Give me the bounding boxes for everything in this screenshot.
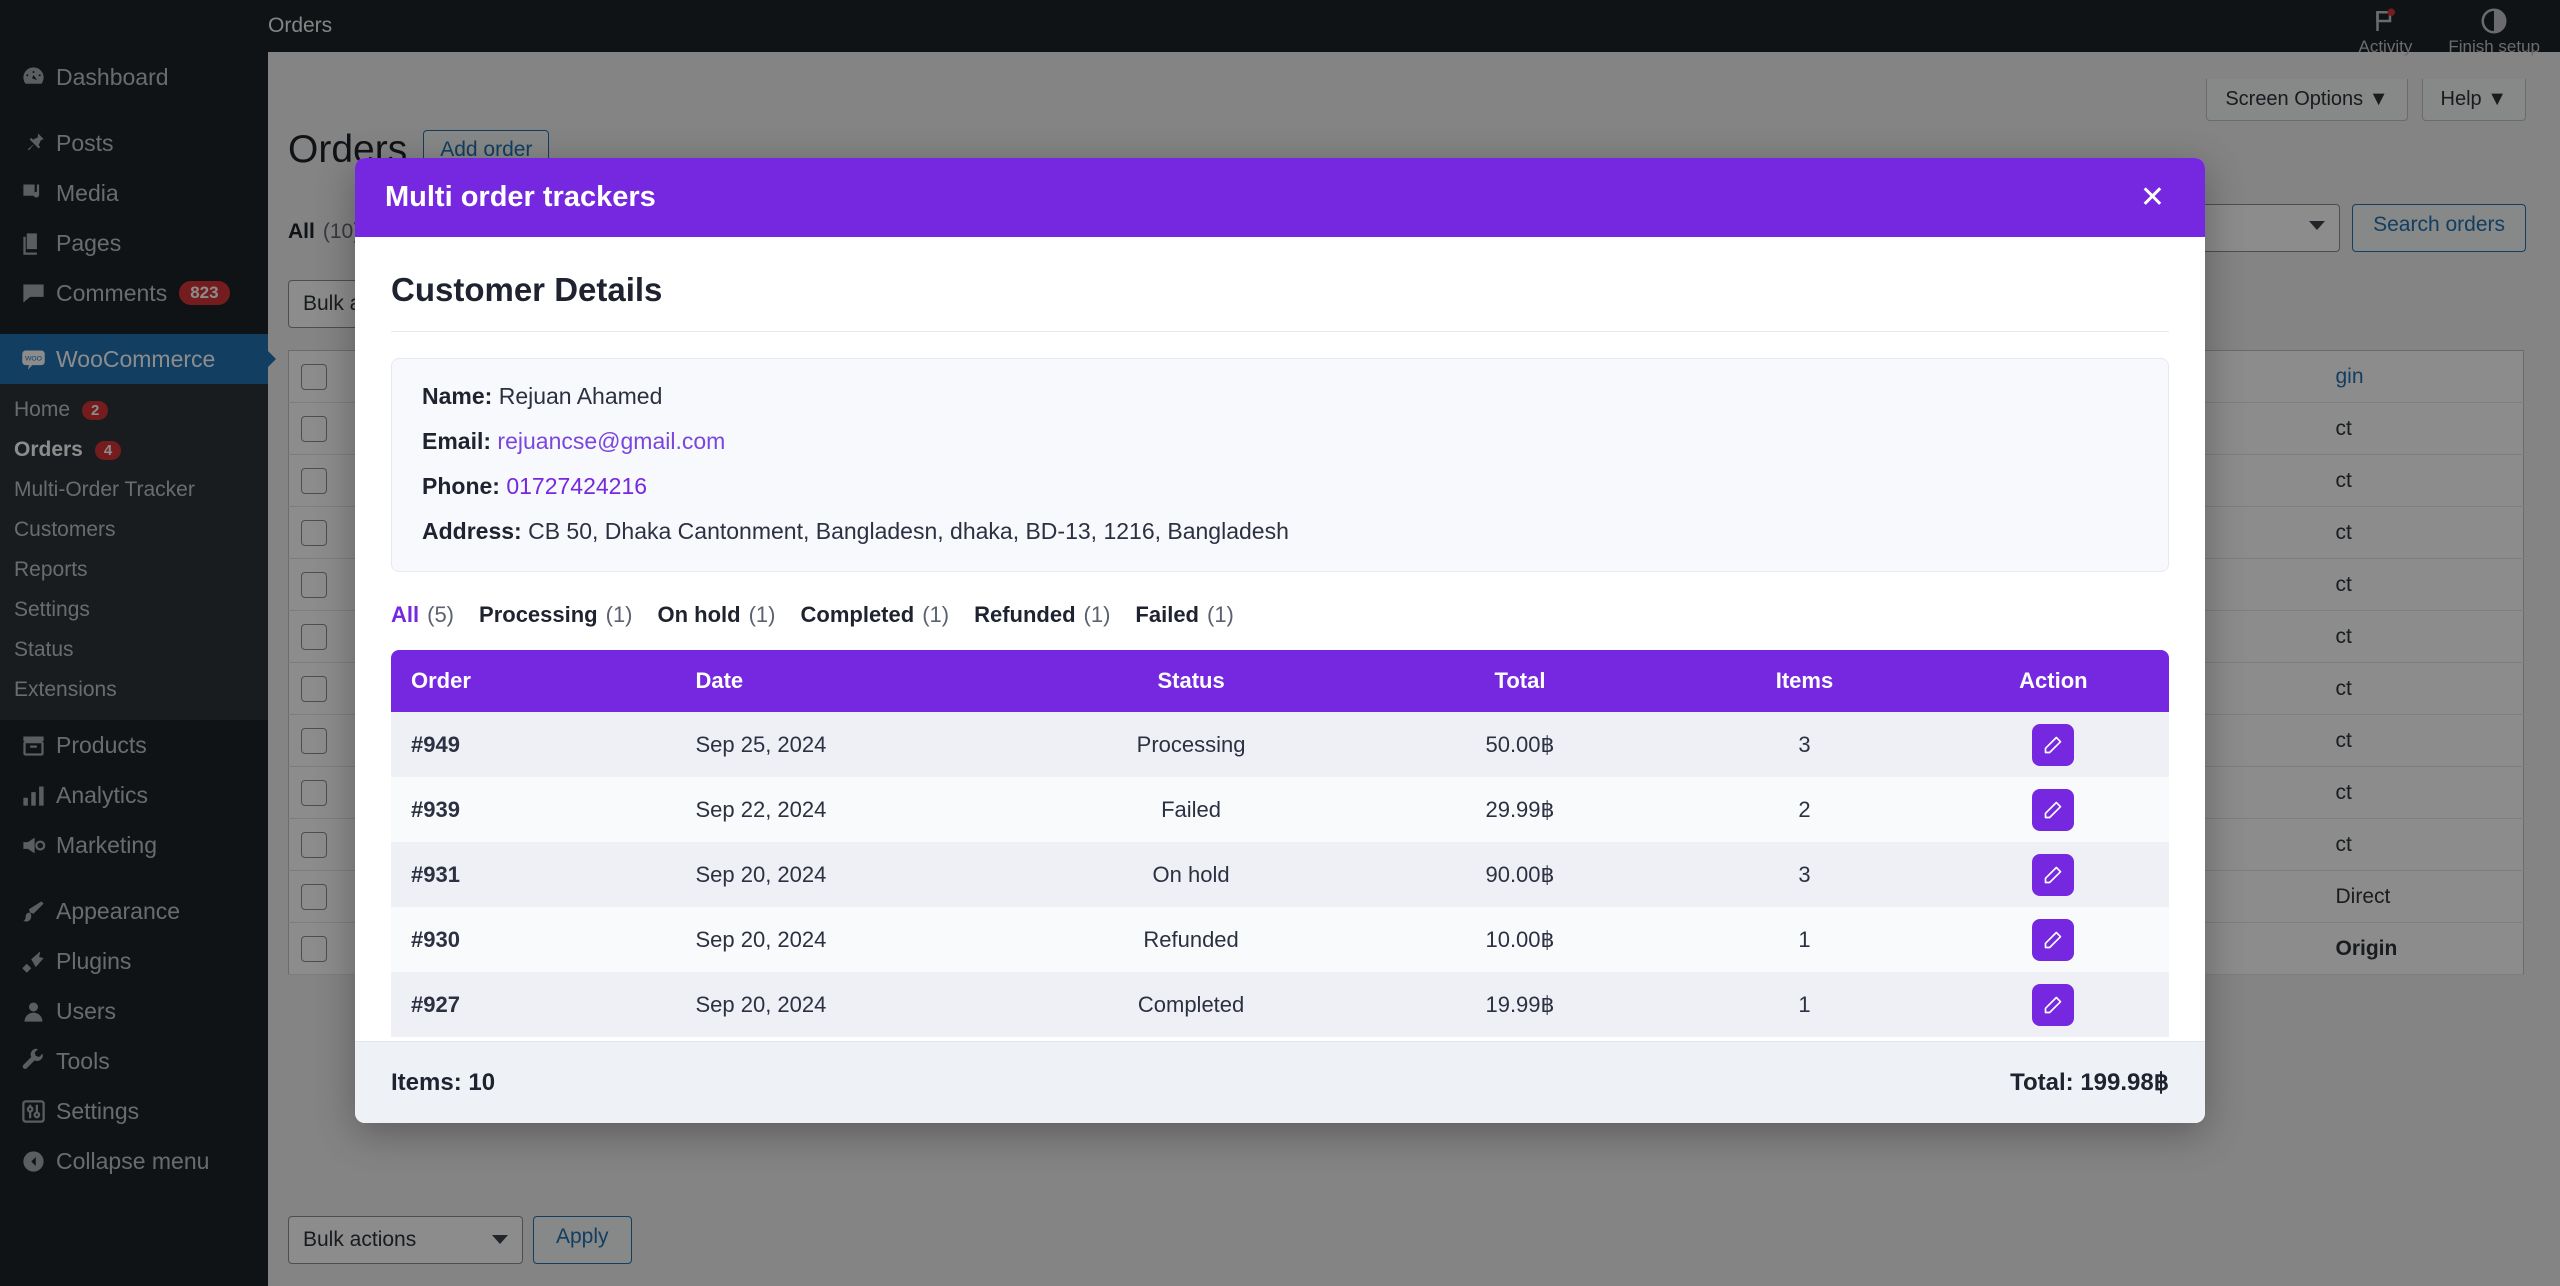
modal-table-header-row: Order Date Status Total Items Action [391, 650, 2169, 712]
table-row: #927 Sep 20, 2024 Completed 19.99฿ 1 [391, 972, 2169, 1037]
modal-order-id: #949 [391, 712, 675, 777]
modal-order-id: #930 [391, 907, 675, 972]
modal-order-date: Sep 22, 2024 [675, 777, 1013, 842]
customer-address-label: Address: [422, 518, 522, 544]
modal-column-total: Total [1369, 650, 1671, 712]
modal-order-status: Completed [1013, 972, 1369, 1037]
modal-filter-label: All [391, 602, 419, 628]
modal-filter-count: (1) [749, 602, 776, 628]
modal-header: Multi order trackers ✕ [355, 158, 2205, 237]
footer-items-total: Items: 10 [391, 1069, 495, 1097]
modal-order-date: Sep 20, 2024 [675, 972, 1013, 1037]
table-row: #931 Sep 20, 2024 On hold 90.00฿ 3 [391, 842, 2169, 907]
modal-order-date: Sep 20, 2024 [675, 842, 1013, 907]
modal-order-total: 29.99฿ [1369, 777, 1671, 842]
modal-filter-count: (1) [1084, 602, 1111, 628]
modal-table-body: #949 Sep 25, 2024 Processing 50.00฿ 3 #9… [391, 712, 2169, 1037]
modal-order-items: 3 [1671, 712, 1938, 777]
modal-filter-label: On hold [658, 602, 741, 628]
modal-order-items: 1 [1671, 972, 1938, 1037]
modal-order-date: Sep 20, 2024 [675, 907, 1013, 972]
modal-order-status: On hold [1013, 842, 1369, 907]
modal-order-status: Refunded [1013, 907, 1369, 972]
modal-order-total: 90.00฿ [1369, 842, 1671, 907]
modal-order-items: 3 [1671, 842, 1938, 907]
modal-filter-label: Refunded [974, 602, 1075, 628]
modal-filter-failed[interactable]: Failed (1) [1135, 602, 1233, 628]
modal-order-status: Processing [1013, 712, 1369, 777]
modal-column-order: Order [391, 650, 675, 712]
table-row: #930 Sep 20, 2024 Refunded 10.00฿ 1 [391, 907, 2169, 972]
modal-order-status: Failed [1013, 777, 1369, 842]
modal-table-head: Order Date Status Total Items Action [391, 650, 2169, 712]
modal-order-id: #939 [391, 777, 675, 842]
modal-filter-processing[interactable]: Processing (1) [479, 602, 633, 628]
modal-filter-on-hold[interactable]: On hold (1) [658, 602, 776, 628]
modal-order-total: 10.00฿ [1369, 907, 1671, 972]
modal-order-id: #927 [391, 972, 675, 1037]
modal-filter-count: (1) [606, 602, 633, 628]
table-row: #949 Sep 25, 2024 Processing 50.00฿ 3 [391, 712, 2169, 777]
pencil-icon[interactable] [2032, 789, 2074, 831]
customer-phone-line: Phone: 01727424216 [422, 473, 2138, 500]
pencil-icon[interactable] [2032, 854, 2074, 896]
modal-orders-table: Order Date Status Total Items Action #94… [391, 650, 2169, 1037]
customer-email-label: Email: [422, 428, 491, 454]
modal-footer: Items: 10 Total: 199.98฿ [355, 1041, 2205, 1123]
modal-order-items: 2 [1671, 777, 1938, 842]
customer-email-line: Email: rejuancse@gmail.com [422, 428, 2138, 455]
modal-column-status: Status [1013, 650, 1369, 712]
modal-filter-completed[interactable]: Completed (1) [801, 602, 950, 628]
modal-column-items: Items [1671, 650, 1938, 712]
modal-filter-count: (1) [922, 602, 949, 628]
modal-title: Multi order trackers [385, 181, 656, 214]
customer-address-value: CB 50, Dhaka Cantonment, Bangladesn, dha… [528, 518, 1289, 544]
modal-column-date: Date [675, 650, 1013, 712]
modal-filter-label: Completed [801, 602, 915, 628]
multi-order-tracker-modal: Multi order trackers ✕ Customer Details … [355, 158, 2205, 1123]
modal-order-date: Sep 25, 2024 [675, 712, 1013, 777]
modal-filter-count: (5) [427, 602, 454, 628]
modal-order-items: 1 [1671, 907, 1938, 972]
modal-order-total: 19.99฿ [1369, 972, 1671, 1037]
modal-order-id: #931 [391, 842, 675, 907]
customer-name-label: Name: [422, 383, 492, 409]
modal-body: Customer Details Name: Rejuan Ahamed Ema… [355, 237, 2205, 1041]
customer-name-value: Rejuan Ahamed [499, 383, 663, 409]
customer-phone-label: Phone: [422, 473, 500, 499]
modal-filter-count: (1) [1207, 602, 1234, 628]
pencil-icon[interactable] [2032, 984, 2074, 1026]
customer-name-line: Name: Rejuan Ahamed [422, 383, 2138, 410]
section-title-customer-details: Customer Details [391, 271, 2169, 309]
modal-status-filters: All (5) Processing (1) On hold (1) Compl… [391, 602, 2169, 628]
customer-address-line: Address: CB 50, Dhaka Cantonment, Bangla… [422, 518, 2138, 545]
modal-filter-label: Processing [479, 602, 598, 628]
customer-details-card: Name: Rejuan Ahamed Email: rejuancse@gma… [391, 358, 2169, 572]
modal-filter-refunded[interactable]: Refunded (1) [974, 602, 1110, 628]
table-row: #939 Sep 22, 2024 Failed 29.99฿ 2 [391, 777, 2169, 842]
close-icon[interactable]: ✕ [2130, 179, 2175, 217]
footer-grand-total: Total: 199.98฿ [2010, 1068, 2169, 1097]
modal-column-action: Action [1938, 650, 2169, 712]
section-divider [391, 331, 2169, 332]
modal-filter-all[interactable]: All (5) [391, 602, 454, 628]
page-root: Orders Activity Finish setup Dashboard [0, 0, 2560, 1286]
customer-email-link[interactable]: rejuancse@gmail.com [497, 428, 725, 454]
modal-filter-label: Failed [1135, 602, 1199, 628]
customer-phone-value[interactable]: 01727424216 [506, 473, 647, 499]
modal-order-total: 50.00฿ [1369, 712, 1671, 777]
pencil-icon[interactable] [2032, 919, 2074, 961]
pencil-icon[interactable] [2032, 724, 2074, 766]
